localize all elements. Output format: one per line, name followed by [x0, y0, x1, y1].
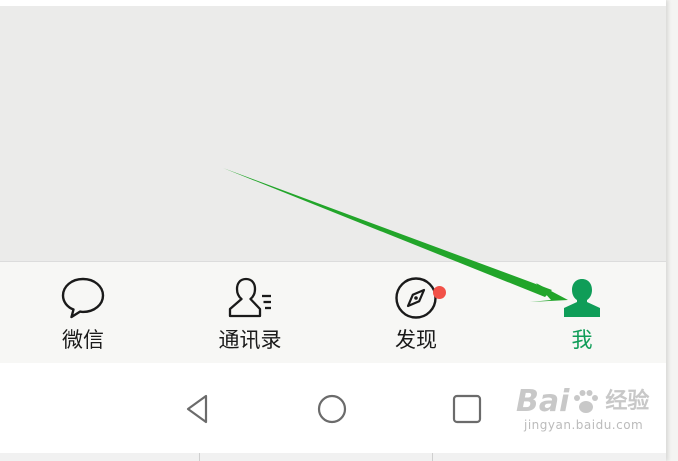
back-triangle-icon[interactable] [180, 391, 216, 427]
notification-badge [433, 286, 446, 299]
content-area [0, 6, 666, 261]
watermark-suffix: 经验 [605, 389, 650, 414]
tab-contacts-label: 通讯录 [218, 328, 282, 352]
tab-chats-label: 微信 [62, 328, 104, 352]
tab-me-label: 我 [571, 328, 593, 352]
home-circle-icon[interactable] [314, 391, 350, 427]
bottom-tab-bar: 微信 通讯录 发现 我 [0, 261, 666, 363]
divider [432, 453, 433, 461]
recent-square-icon[interactable] [449, 391, 485, 427]
tab-contacts[interactable]: 通讯录 [195, 274, 305, 358]
bottom-strip [0, 453, 666, 461]
tab-discover-label: 发现 [395, 328, 437, 352]
contacts-icon [228, 277, 271, 318]
compass-icon [395, 277, 437, 319]
watermark-logo: Bai 经验 [516, 386, 649, 418]
chat-bubble-icon [61, 277, 105, 319]
person-icon [564, 279, 600, 317]
baidu-jingyan-watermark: Bai 经验 jingyan.baidu.com [516, 386, 666, 446]
watermark-url: jingyan.baidu.com [524, 418, 644, 432]
paw-icon [574, 390, 599, 413]
tab-discover[interactable]: 发现 [361, 274, 471, 358]
tab-chats[interactable]: 微信 [28, 274, 138, 358]
tab-me[interactable]: 我 [527, 274, 637, 358]
watermark-brand: Bai [516, 384, 570, 419]
divider [199, 453, 200, 461]
